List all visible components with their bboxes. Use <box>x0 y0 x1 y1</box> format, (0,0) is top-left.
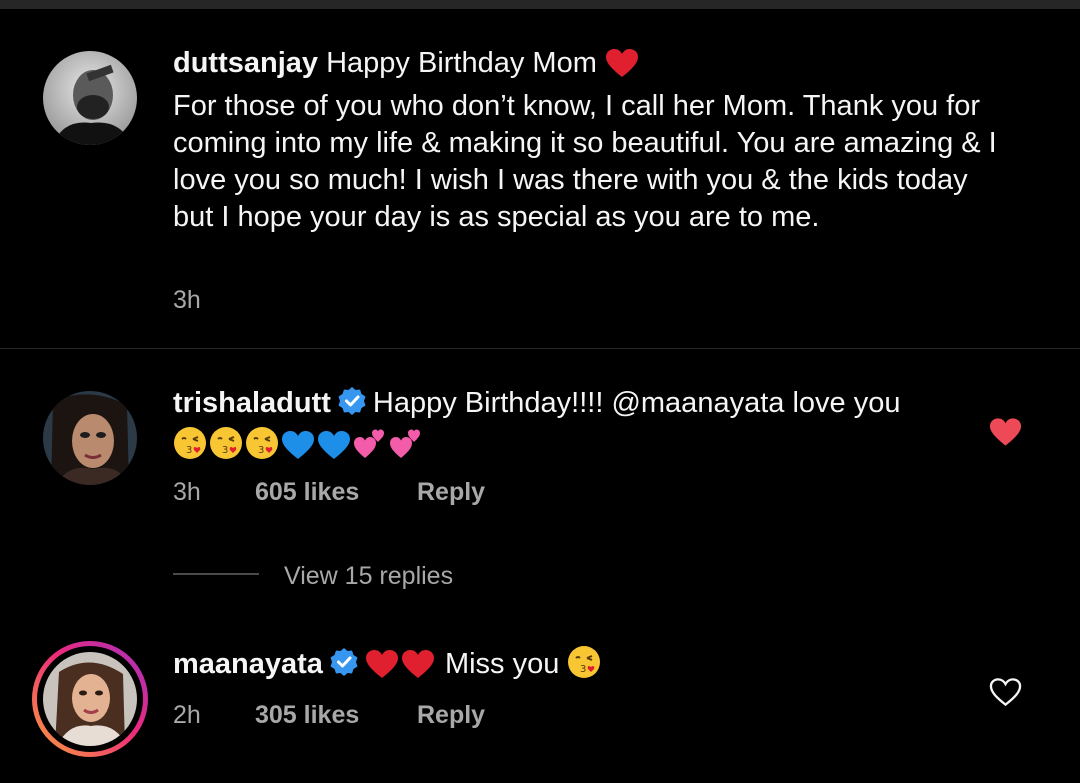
verified-badge-icon <box>329 647 359 687</box>
username-trishaladutt[interactable]: trishaladutt <box>173 387 331 419</box>
comment-first-line: Happy Birthday Mom <box>326 47 597 79</box>
avatar-maanayata <box>43 652 137 746</box>
heart-like-icon[interactable] <box>989 417 1022 452</box>
heart-outline-icon[interactable] <box>989 677 1022 712</box>
emoji-row: 3 3 3 <box>173 426 973 466</box>
red-heart-emoji <box>365 649 399 689</box>
svg-text:3: 3 <box>580 664 586 675</box>
svg-text:3: 3 <box>222 445 228 456</box>
blue-heart-emoji <box>317 430 351 470</box>
avatar-maanayata-story-ring[interactable] <box>32 641 148 757</box>
two-hearts-emoji <box>353 426 387 470</box>
comment-body: For those of you who don’t know, I call … <box>173 90 997 233</box>
two-hearts-emoji <box>389 426 423 470</box>
comment-time: 3h <box>173 478 201 506</box>
comment-time: 2h <box>173 701 201 729</box>
divider <box>0 348 1080 349</box>
svg-text:3: 3 <box>186 445 192 456</box>
kissing-face-emoji: 3 <box>209 426 243 470</box>
avatar-duttsanjay[interactable] <box>43 51 137 145</box>
username-duttsanjay[interactable]: duttsanjay <box>173 47 318 79</box>
svg-text:3: 3 <box>258 445 264 456</box>
reply-button[interactable]: Reply <box>417 701 485 730</box>
view-replies-line <box>173 573 259 575</box>
red-heart-emoji <box>401 649 435 689</box>
verified-badge-icon <box>337 386 367 426</box>
comment-trishaladutt: trishaladutt Happy Birthday!!!! @maanayat… <box>173 385 973 466</box>
username-maanayata[interactable]: maanayata <box>173 648 323 680</box>
comment-time: 3h <box>173 286 201 314</box>
comment-text: Happy Birthday!!!! @maanayata love you <box>372 387 901 419</box>
comment-maanayata: maanayata Miss you 3 <box>173 645 973 689</box>
comment-text: Miss you <box>444 648 560 680</box>
view-replies-button[interactable]: View 15 replies <box>284 562 453 591</box>
red-heart-emoji <box>605 48 639 88</box>
blue-heart-emoji <box>281 430 315 470</box>
kissing-face-emoji: 3 <box>173 426 207 470</box>
like-count[interactable]: 605 likes <box>255 478 359 507</box>
kissing-face-emoji: 3 <box>245 426 279 470</box>
avatar-trishaladutt[interactable] <box>43 391 137 485</box>
comment-duttsanjay: duttsanjay Happy Birthday Mom For those … <box>173 45 1033 236</box>
reply-button[interactable]: Reply <box>417 478 485 507</box>
like-count[interactable]: 305 likes <box>255 701 359 730</box>
kissing-face-emoji: 3 <box>567 645 601 689</box>
top-bar <box>0 0 1080 9</box>
